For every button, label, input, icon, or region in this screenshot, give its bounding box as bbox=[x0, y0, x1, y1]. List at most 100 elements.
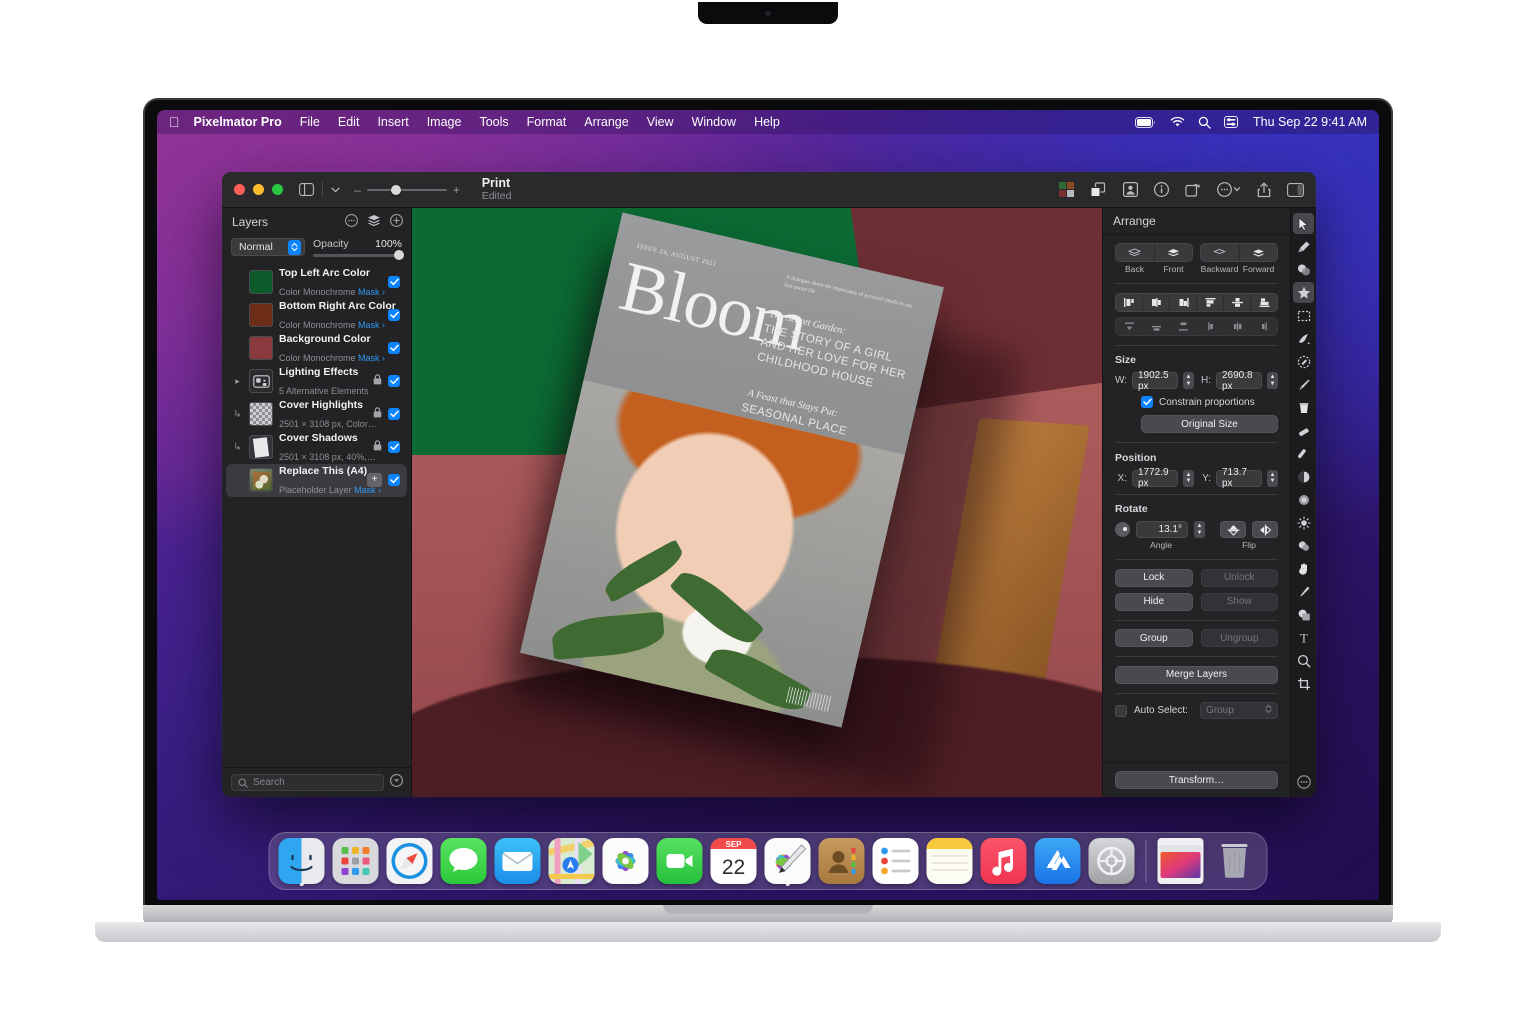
control-center-icon[interactable] bbox=[1224, 116, 1238, 128]
zoom-tool[interactable] bbox=[1293, 650, 1314, 671]
layer-stack-icon[interactable] bbox=[367, 214, 381, 230]
clone-stamp-tool[interactable] bbox=[1293, 535, 1314, 556]
opacity-control[interactable]: Opacity 100% bbox=[313, 238, 402, 257]
layer-disclosure-triangle[interactable]: ▸ bbox=[232, 376, 243, 387]
layer-thumbnail[interactable] bbox=[249, 435, 273, 459]
crop-tool[interactable] bbox=[1293, 673, 1314, 694]
type-tool[interactable]: T bbox=[1293, 627, 1314, 648]
align-bottom-icon[interactable] bbox=[1250, 294, 1277, 311]
dock-item-system-preferences[interactable] bbox=[1089, 838, 1135, 884]
dock-item-contacts[interactable] bbox=[819, 838, 865, 884]
zoom-slider-knob[interactable] bbox=[391, 185, 401, 195]
dock-item-trash[interactable] bbox=[1212, 838, 1258, 884]
repair-tool[interactable] bbox=[1293, 236, 1314, 257]
menu-arrange[interactable]: Arrange bbox=[575, 115, 637, 129]
blend-mode-select[interactable]: Normal bbox=[231, 238, 305, 256]
align-middle-v-icon[interactable] bbox=[1223, 294, 1250, 311]
height-stepper[interactable]: ▲▼ bbox=[1267, 372, 1278, 389]
menu-tools[interactable]: Tools bbox=[470, 115, 517, 129]
layer-search-input[interactable]: Search bbox=[231, 774, 384, 791]
paint-brush-tool[interactable] bbox=[1293, 374, 1314, 395]
angle-input[interactable]: 13.1° bbox=[1136, 521, 1188, 538]
align-top-icon[interactable] bbox=[1196, 294, 1223, 311]
replace-placeholder-button[interactable]: + bbox=[367, 473, 382, 487]
x-input[interactable]: 1772.9 px bbox=[1132, 470, 1178, 487]
sidebar-right-icon[interactable] bbox=[1287, 183, 1304, 197]
more-tools[interactable] bbox=[1293, 771, 1314, 792]
send-backward-button[interactable] bbox=[1201, 244, 1239, 261]
align-center-h-icon[interactable] bbox=[1142, 294, 1169, 311]
distribute-middle-icon[interactable] bbox=[1142, 318, 1169, 335]
layer-visibility-checkbox[interactable] bbox=[388, 342, 400, 354]
shape-tool[interactable] bbox=[1293, 604, 1314, 625]
dock-item-music[interactable] bbox=[981, 838, 1027, 884]
distribute-left-icon[interactable] bbox=[1196, 318, 1223, 335]
bring-to-front-button[interactable] bbox=[1154, 244, 1193, 261]
info-icon[interactable] bbox=[1154, 182, 1169, 197]
layer-row[interactable]: ↳ Cover Shadows 2501 × 3108 px, 40%,… bbox=[226, 431, 407, 464]
more-options-icon[interactable] bbox=[345, 214, 358, 230]
layer-visibility-checkbox[interactable] bbox=[388, 276, 400, 288]
maximize-button[interactable] bbox=[272, 184, 283, 195]
dock-item-launchpad[interactable] bbox=[333, 838, 379, 884]
menu-view[interactable]: View bbox=[638, 115, 683, 129]
layer-row[interactable]: Bottom Right Arc Color Color Monochrome … bbox=[226, 299, 407, 332]
dock-item-app-store[interactable] bbox=[1035, 838, 1081, 884]
constrain-proportions-checkbox[interactable] bbox=[1141, 396, 1153, 408]
lock-button[interactable]: Lock bbox=[1115, 569, 1193, 587]
menu-app-name[interactable]: Pixelmator Pro bbox=[194, 115, 291, 129]
lock-icon[interactable] bbox=[373, 407, 382, 421]
distribute-top-icon[interactable] bbox=[1116, 318, 1142, 335]
layer-row[interactable]: ↳ Cover Highlights 2501 × 3108 px, Color… bbox=[226, 398, 407, 431]
dock-item-safari[interactable] bbox=[387, 838, 433, 884]
pen-tool[interactable] bbox=[1293, 581, 1314, 602]
menu-image[interactable]: Image bbox=[418, 115, 471, 129]
color-adjust-tool[interactable] bbox=[1293, 259, 1314, 280]
align-left-icon[interactable] bbox=[1116, 294, 1142, 311]
align-right-icon[interactable] bbox=[1169, 294, 1196, 311]
width-input[interactable]: 1902.5 px bbox=[1132, 372, 1178, 389]
menu-clock[interactable]: Thu Sep 22 9:41 AM bbox=[1253, 115, 1367, 129]
more-options-icon[interactable] bbox=[1217, 182, 1241, 197]
distribute-bottom-icon[interactable] bbox=[1169, 318, 1196, 335]
dock-item-maps[interactable] bbox=[549, 838, 595, 884]
zoom-slider[interactable]: – + bbox=[354, 183, 460, 197]
dock-item-facetime[interactable] bbox=[657, 838, 703, 884]
layer-thumbnail[interactable] bbox=[249, 468, 273, 492]
menu-window[interactable]: Window bbox=[683, 115, 745, 129]
arrow-select-tool[interactable] bbox=[1293, 213, 1314, 234]
hide-button[interactable]: Hide bbox=[1115, 593, 1193, 611]
sidebar-toggle-icon[interactable] bbox=[299, 183, 314, 196]
add-layer-icon[interactable] bbox=[390, 214, 403, 230]
merge-layers-button[interactable]: Merge Layers bbox=[1115, 666, 1278, 684]
arrange-shapes-icon[interactable] bbox=[1090, 182, 1107, 198]
layer-row-selected[interactable]: Replace This (A4) Placeholder Layer Mask… bbox=[226, 464, 407, 497]
image-portrait-icon[interactable] bbox=[1123, 182, 1138, 197]
send-to-back-button[interactable] bbox=[1116, 244, 1154, 261]
dock-item-reminders[interactable] bbox=[873, 838, 919, 884]
share-icon[interactable] bbox=[1257, 182, 1271, 198]
original-size-button[interactable]: Original Size bbox=[1141, 415, 1278, 433]
menu-edit[interactable]: Edit bbox=[329, 115, 369, 129]
transform-button[interactable]: Transform… bbox=[1115, 771, 1278, 789]
dock-item-notes[interactable] bbox=[927, 838, 973, 884]
layer-visibility-checkbox[interactable] bbox=[388, 408, 400, 420]
bring-forward-button[interactable] bbox=[1239, 244, 1278, 261]
constrain-proportions-row[interactable]: Constrain proportions bbox=[1115, 396, 1278, 408]
pencil-tool[interactable] bbox=[1293, 443, 1314, 464]
layer-row[interactable]: Background Color Color Monochrome Mask › bbox=[226, 332, 407, 365]
quick-select-tool[interactable] bbox=[1293, 328, 1314, 349]
layer-row[interactable]: Top Left Arc Color Color Monochrome Mask… bbox=[226, 266, 407, 299]
blur-tool[interactable] bbox=[1293, 489, 1314, 510]
x-stepper[interactable]: ▲▼ bbox=[1183, 470, 1194, 487]
search-icon[interactable] bbox=[1198, 116, 1211, 129]
filter-dropdown-icon[interactable] bbox=[390, 774, 403, 792]
y-stepper[interactable]: ▲▼ bbox=[1267, 470, 1278, 487]
sidebar-options-chevron-icon[interactable] bbox=[331, 187, 340, 193]
apple-menu-icon[interactable]:  bbox=[169, 115, 180, 129]
close-button[interactable] bbox=[234, 184, 245, 195]
opacity-slider-knob[interactable] bbox=[394, 250, 404, 260]
layer-thumbnail[interactable] bbox=[249, 369, 273, 393]
layer-thumbnail[interactable] bbox=[249, 270, 273, 294]
marquee-select-tool[interactable] bbox=[1293, 305, 1314, 326]
